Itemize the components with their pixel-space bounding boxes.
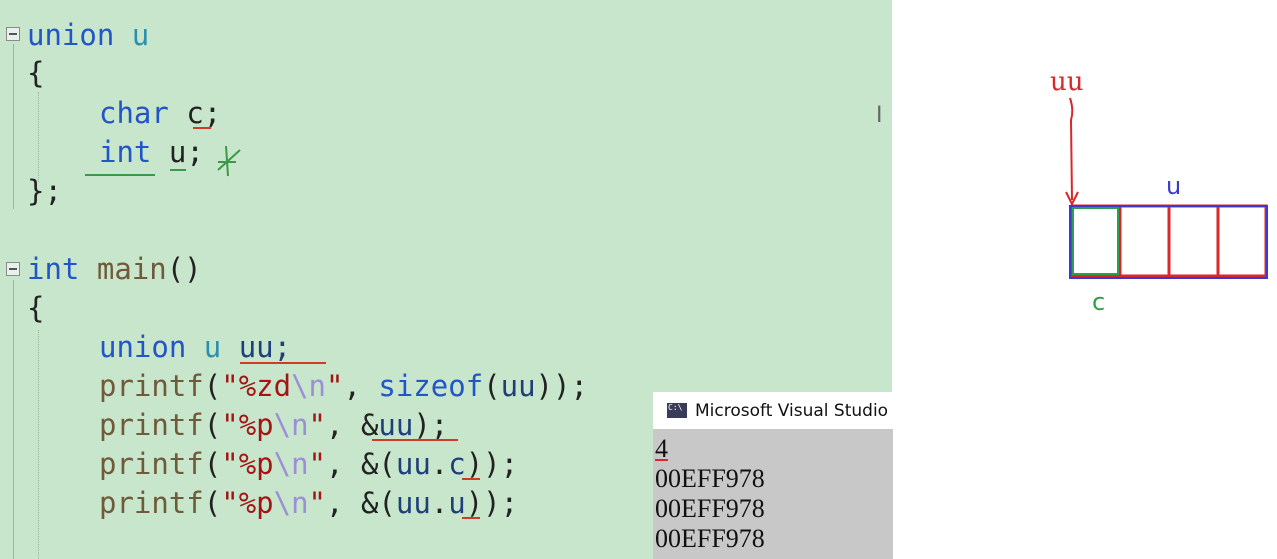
code-line-4: int u; <box>99 133 204 172</box>
brace-open-main: { <box>27 291 45 325</box>
escape-n: \n <box>291 369 326 403</box>
code-line-9: printf("%zd\n", sizeof(uu)); <box>99 367 588 406</box>
string-p: "%p <box>221 447 274 481</box>
code-line-1: union u <box>27 16 149 55</box>
keyword-int-main: int <box>27 252 80 286</box>
string-quote: " <box>326 369 344 403</box>
string-p: "%p <box>221 408 274 442</box>
label-c: c <box>1092 288 1105 316</box>
code-line-7: { <box>27 289 44 328</box>
console-window[interactable]: Microsoft Visual Studio 4 00EFF978 00EFF… <box>653 392 893 559</box>
comma: , <box>326 408 361 442</box>
type-u-decl: u <box>203 330 222 364</box>
address-of-paren: &( <box>360 486 396 520</box>
address-of-paren: &( <box>360 447 396 481</box>
brace-open: { <box>27 56 45 90</box>
close-parens: )); <box>535 369 588 403</box>
var-uu: uu <box>395 447 431 481</box>
strike-mark-icon <box>217 145 241 177</box>
indent-guide-main <box>38 330 40 559</box>
paren: ( <box>203 486 222 520</box>
fn-printf: printf <box>99 486 204 520</box>
paren: ( <box>203 369 222 403</box>
comma: , <box>343 369 379 403</box>
code-line-6: int main() <box>27 250 202 289</box>
keyword-sizeof: sizeof <box>378 369 484 403</box>
string-quote: " <box>308 447 327 481</box>
underline-uu-addr <box>372 436 458 441</box>
label-u: u <box>1166 172 1181 200</box>
brace-close: }; <box>27 174 62 208</box>
string-p: "%p <box>221 486 274 520</box>
fold-guide-main <box>13 280 14 559</box>
pointer-arrow <box>1069 97 1074 201</box>
keyword-union-decl: union <box>99 330 187 364</box>
collapse-union-icon[interactable] <box>6 27 20 41</box>
keyword-char: char <box>99 96 169 130</box>
escape-n: \n <box>273 408 309 442</box>
member-u: u; <box>168 135 204 169</box>
label-uu: uu <box>1050 67 1084 97</box>
underline-c <box>193 124 211 129</box>
console-output: 4 00EFF978 00EFF978 00EFF978 <box>655 434 765 554</box>
console-app-icon <box>667 403 687 418</box>
string-quote: " <box>308 408 327 442</box>
underline-u <box>170 166 186 171</box>
escape-n: \n <box>273 447 309 481</box>
var-uu: uu <box>395 486 431 520</box>
underline-uu-decl <box>240 359 326 364</box>
output-line-1: 4 <box>655 434 668 463</box>
memory-diagram: uu u c <box>1050 67 1268 316</box>
comma: , <box>326 486 361 520</box>
paren: ( <box>483 369 501 403</box>
escape-n: \n <box>273 486 309 520</box>
fn-printf: printf <box>99 369 204 403</box>
fn-printf: printf <box>99 447 204 481</box>
fold-guide-union <box>13 44 14 209</box>
indent-guide-union <box>38 92 40 182</box>
var-uu: uu <box>500 369 536 403</box>
type-name-u: u <box>131 18 150 52</box>
text-cursor-icon: I <box>876 103 883 128</box>
underline-u-ref <box>462 514 480 519</box>
console-titlebar[interactable]: Microsoft Visual Studio <box>653 392 893 429</box>
keyword-int: int <box>99 135 152 169</box>
keyword-union: union <box>27 18 115 52</box>
code-line-2: { <box>27 54 44 93</box>
dot: . <box>430 486 449 520</box>
output-line-2: 00EFF978 <box>655 464 765 493</box>
dot: . <box>430 447 449 481</box>
comma: , <box>326 447 361 481</box>
paren: ( <box>203 447 222 481</box>
string-zd: "%zd <box>221 369 292 403</box>
paren: ( <box>203 408 222 442</box>
function-main: main <box>96 252 167 286</box>
output-line-4: 00EFF978 <box>655 524 765 553</box>
console-title: Microsoft Visual Studio <box>695 400 889 421</box>
main-parens: () <box>166 252 202 286</box>
collapse-main-icon[interactable] <box>6 262 20 276</box>
fn-printf: printf <box>99 408 204 442</box>
string-quote: " <box>308 486 327 520</box>
underline-c-ref <box>462 475 480 480</box>
code-line-5: }; <box>27 172 62 211</box>
output-line-3: 00EFF978 <box>655 494 765 523</box>
underline-int <box>85 171 155 176</box>
code-line-12: printf("%p\n", &(uu.u)); <box>99 484 518 523</box>
code-line-11: printf("%p\n", &(uu.c)); <box>99 445 518 484</box>
char-c-byte <box>1072 207 1119 275</box>
